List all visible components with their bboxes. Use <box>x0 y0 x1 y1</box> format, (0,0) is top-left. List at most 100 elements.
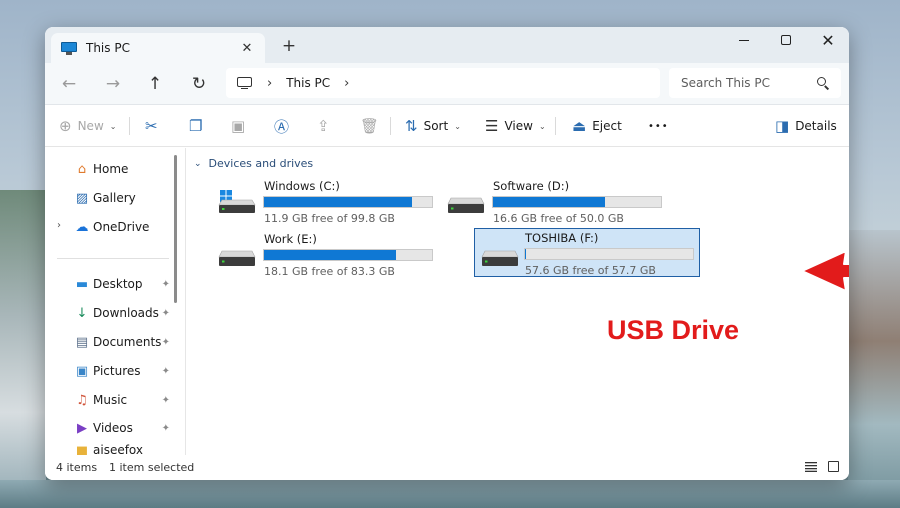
sidebar-item-label: Downloads <box>93 306 159 320</box>
breadcrumb-chevron-icon[interactable]: › <box>344 76 349 91</box>
back-button[interactable]: ← <box>53 71 85 97</box>
drive-name: Software (D:) <box>493 179 570 193</box>
file-explorer-window: This PC ✕ + ✕ ← → ↑ ↻ › This PC › Search… <box>45 27 849 480</box>
drive-usage-fill <box>264 250 396 260</box>
sidebar-item-gallery[interactable]: ▨ Gallery <box>74 185 174 211</box>
sidebar-item-label: Gallery <box>93 191 136 205</box>
details-view-icon[interactable] <box>805 462 817 472</box>
address-bar[interactable]: › This PC › <box>226 68 660 98</box>
hard-drive-icon <box>218 250 256 266</box>
sidebar-item-documents[interactable]: ▤ Documents ✦ <box>74 329 170 355</box>
sidebar-item-videos[interactable]: ▶ Videos ✦ <box>74 415 170 441</box>
usb-drive-icon <box>481 250 519 266</box>
chevron-down-icon: ⌄ <box>194 158 202 169</box>
close-window-button[interactable]: ✕ <box>807 27 849 53</box>
pin-icon[interactable]: ✦ <box>162 337 170 348</box>
paste-button[interactable]: ▣ <box>231 113 245 139</box>
sidebar-item-label: Videos <box>93 421 133 435</box>
expand-chevron-icon[interactable]: › <box>57 220 61 231</box>
view-icon: ☰ <box>485 117 499 135</box>
sort-label: Sort <box>423 119 449 133</box>
drive-usage-fill <box>493 197 606 207</box>
videos-icon: ▶ <box>77 420 87 436</box>
trash-icon: 🗑 <box>360 117 380 135</box>
sort-icon: ⇅ <box>405 117 418 135</box>
cut-button[interactable]: ✂ <box>145 113 158 139</box>
drive-free-space: 16.6 GB free of 50.0 GB <box>493 212 624 225</box>
search-input[interactable]: Search This PC <box>669 68 841 98</box>
monitor-icon <box>237 76 253 90</box>
sidebar-item-desktop[interactable]: ▬ Desktop ✦ <box>74 271 170 297</box>
sort-button[interactable]: ⇅ Sort ⌄ <box>405 113 461 139</box>
minimize-button[interactable] <box>723 27 765 53</box>
pin-icon[interactable]: ✦ <box>162 366 170 377</box>
breadcrumb-chevron-icon[interactable]: › <box>267 76 272 91</box>
sidebar-item-pictures[interactable]: ▣ Pictures ✦ <box>74 358 170 384</box>
scissors-icon: ✂ <box>145 117 158 135</box>
sidebar-item-label: Pictures <box>93 364 141 378</box>
content-pane: ⌄ Devices and drives Windows (C:) 11.9 G… <box>186 148 849 455</box>
eject-button[interactable]: ⏏ Eject <box>572 113 622 139</box>
pin-icon[interactable]: ✦ <box>162 279 170 290</box>
toolbar-divider <box>555 117 556 135</box>
share-button[interactable]: ⇪ <box>317 113 330 139</box>
chevron-down-icon: ⌄ <box>538 121 546 131</box>
delete-button[interactable]: 🗑 <box>360 113 379 139</box>
cloud-icon: ☁ <box>75 219 89 235</box>
copy-button[interactable]: ❐ <box>189 113 202 139</box>
rename-icon: Ⓐ <box>274 117 290 136</box>
drive-usage-bar <box>263 196 433 208</box>
sidebar-item-onedrive[interactable]: ☁ OneDrive <box>74 214 174 240</box>
pin-icon[interactable]: ✦ <box>162 395 170 406</box>
drive-e[interactable]: Work (E:) 18.1 GB free of 83.3 GB <box>198 229 433 278</box>
maximize-icon <box>781 35 791 45</box>
pin-icon[interactable]: ✦ <box>162 423 170 434</box>
drive-d[interactable]: Software (D:) 16.6 GB free of 50.0 GB <box>427 176 662 225</box>
navigation-pane: ⌂ Home ▨ Gallery › ☁ OneDrive ▬ Desktop … <box>45 148 185 457</box>
desktop-wallpaper-left <box>0 190 46 508</box>
share-icon: ⇪ <box>317 117 330 135</box>
more-options-button[interactable]: ••• <box>648 113 669 139</box>
new-tab-button[interactable]: + <box>279 36 299 56</box>
drive-free-space: 11.9 GB free of 99.8 GB <box>264 212 395 225</box>
sidebar-item-label: Desktop <box>93 277 143 291</box>
drive-usage-bar <box>524 248 694 260</box>
sidebar-item-label: Music <box>93 393 128 407</box>
tab-this-pc[interactable]: This PC ✕ <box>51 33 265 63</box>
close-tab-icon[interactable]: ✕ <box>239 41 255 56</box>
drive-f-usb[interactable]: TOSHIBA (F:) 57.6 GB free of 57.7 GB <box>474 228 700 277</box>
gallery-icon: ▨ <box>75 190 89 206</box>
view-label: View <box>504 119 533 133</box>
sidebar-item-downloads[interactable]: ↓ Downloads ✦ <box>74 300 170 326</box>
forward-button[interactable]: → <box>97 71 129 97</box>
windows-drive-icon <box>218 190 256 213</box>
details-label: Details <box>795 119 837 133</box>
sidebar-scrollbar[interactable] <box>174 155 177 303</box>
sidebar-item-home[interactable]: ⌂ Home <box>74 156 174 182</box>
new-button[interactable]: ⊕ New ⌄ <box>59 113 116 139</box>
details-pane-button[interactable]: ◨ Details <box>775 113 837 139</box>
drive-name: TOSHIBA (F:) <box>525 231 599 245</box>
tab-title: This PC <box>86 41 130 55</box>
item-count: 4 items <box>56 461 98 474</box>
pin-icon[interactable]: ✦ <box>162 308 170 319</box>
sidebar-item-music[interactable]: ♫ Music ✦ <box>74 387 170 413</box>
rename-button[interactable]: Ⓐ <box>274 113 289 139</box>
this-pc-icon <box>61 41 77 55</box>
chevron-down-icon: ⌄ <box>109 121 117 131</box>
download-icon: ↓ <box>76 305 88 321</box>
new-label: New <box>77 119 104 133</box>
view-button[interactable]: ☰ View ⌄ <box>485 113 546 139</box>
refresh-button[interactable]: ↻ <box>183 71 215 97</box>
breadcrumb-this-pc[interactable]: This PC <box>286 76 330 90</box>
up-button[interactable]: ↑ <box>139 71 171 97</box>
drive-c[interactable]: Windows (C:) 11.9 GB free of 99.8 GB <box>198 176 433 225</box>
drive-usage-fill <box>264 197 412 207</box>
desktop-wallpaper-right <box>848 230 900 508</box>
documents-icon: ▤ <box>75 334 89 350</box>
devices-section-header[interactable]: ⌄ Devices and drives <box>194 157 313 170</box>
eject-icon: ⏏ <box>572 117 587 135</box>
maximize-button[interactable] <box>765 27 807 53</box>
sidebar-item-label: Documents <box>93 335 162 349</box>
tiles-view-icon[interactable] <box>828 461 839 472</box>
